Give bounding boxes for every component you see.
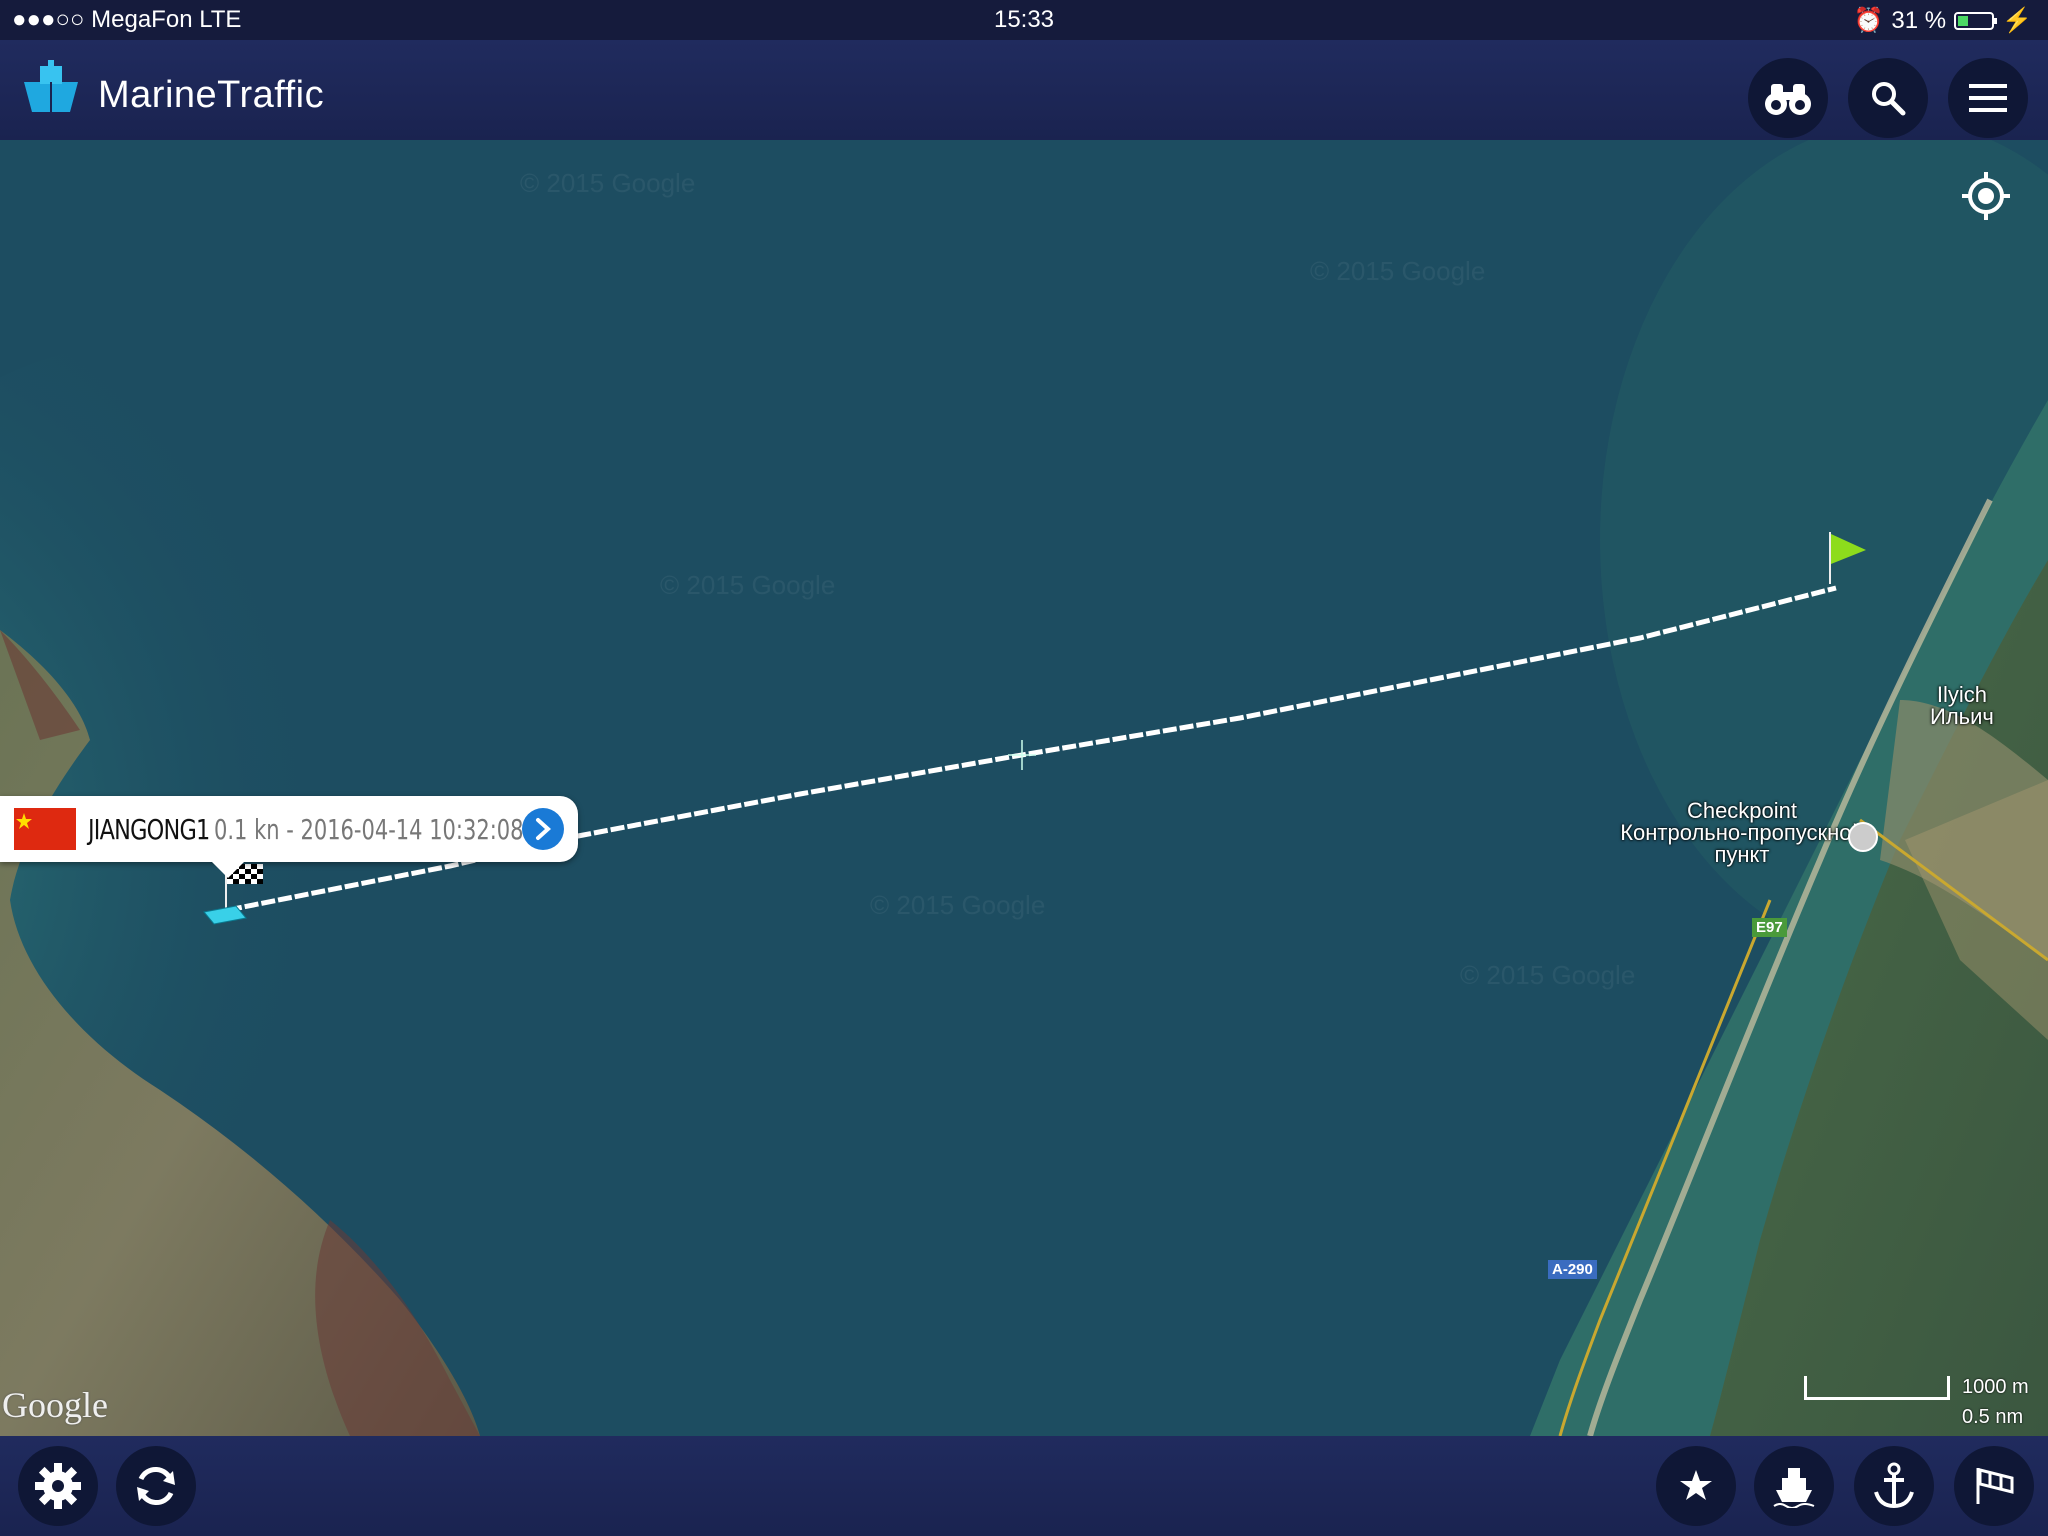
scale-labels: 1000 m 0.5 nm xyxy=(1962,1372,2029,1432)
app-title: MarineTraffic xyxy=(98,74,325,116)
star-icon xyxy=(1680,1470,1712,1500)
map-watermark: © 2015 Google xyxy=(520,168,696,198)
map-watermark: © 2015 Google xyxy=(660,570,836,600)
ship-icon xyxy=(1773,1468,1815,1508)
wind-icon xyxy=(1976,1468,2014,1504)
china-flag-icon xyxy=(14,808,76,850)
scale-nautical: 0.5 nm xyxy=(1962,1406,2024,1428)
search-icon xyxy=(1872,82,1906,116)
battery-percent: 31 % xyxy=(1891,6,1947,34)
checkpoint-label-en: Checkpoint xyxy=(1686,798,1798,823)
bottom-toolbar xyxy=(0,1436,2048,1536)
google-attribution: Google xyxy=(2,1385,108,1425)
menu-icon xyxy=(1969,84,2007,112)
settings-button[interactable] xyxy=(18,1446,98,1526)
weather-button[interactable] xyxy=(1954,1446,2034,1526)
vessel-name: JIANGONG1 xyxy=(88,813,210,846)
place-name-latin: Ilyich xyxy=(1936,682,1987,707)
road-badge-a290: A-290 xyxy=(1548,1260,1597,1279)
vessel-speed-timestamp: 0.1 kn - 2016-04-14 10:32:08 xyxy=(214,813,524,846)
vessel-popup[interactable]: JIANGONG1 0.1 kn - 2016-04-14 10:32:08 xyxy=(0,796,578,878)
chevron-right-icon xyxy=(536,818,551,840)
binoculars-button[interactable] xyxy=(1748,58,1828,138)
search-button[interactable] xyxy=(1848,58,1928,138)
map-view[interactable]: © 2015 Google © 2015 Google © 2015 Googl… xyxy=(0,140,2048,1436)
gear-icon xyxy=(35,1463,81,1509)
satellite-imagery xyxy=(0,140,2048,1436)
locate-icon xyxy=(1962,172,2010,220)
status-right: ⏰ 31 % ⚡ xyxy=(1854,6,2032,35)
app-header: MarineTraffic xyxy=(0,40,2048,140)
scale-bar xyxy=(1804,1376,1950,1400)
vessels-button[interactable] xyxy=(1754,1446,1834,1526)
refresh-icon xyxy=(137,1467,175,1505)
clock: 15:33 xyxy=(993,6,1055,33)
vessel-details-button[interactable] xyxy=(522,808,564,850)
refresh-button[interactable] xyxy=(116,1446,196,1526)
marinetraffic-logo-icon xyxy=(24,60,78,112)
locate-button[interactable] xyxy=(1958,168,2014,224)
alarm-icon: ⏰ xyxy=(1853,7,1884,34)
menu-button[interactable] xyxy=(1948,58,2028,138)
map-watermark: © 2015 Google xyxy=(1310,256,1486,286)
road-badge-e97: E97 xyxy=(1752,918,1787,937)
place-name-cyrillic: Ильич xyxy=(1930,704,1994,729)
favorites-button[interactable] xyxy=(1656,1446,1736,1526)
ports-button[interactable] xyxy=(1854,1446,1934,1526)
scale-meters: 1000 m xyxy=(1962,1376,2029,1398)
anchor-icon xyxy=(1874,1462,1914,1509)
charging-icon: ⚡ xyxy=(2002,7,2032,34)
map-watermark: © 2015 Google xyxy=(870,890,1046,920)
place-label-ilyich: Ilyich Ильич xyxy=(1930,684,1994,728)
status-bar: ●●●○○ MegaFon LTE 15:33 ⏰ 31 % ⚡ xyxy=(0,0,2048,40)
binoculars-icon xyxy=(1765,84,1811,115)
map-watermark: © 2015 Google xyxy=(1460,960,1636,990)
checkpoint-icon xyxy=(1848,822,1878,852)
battery-icon xyxy=(1954,11,1998,30)
